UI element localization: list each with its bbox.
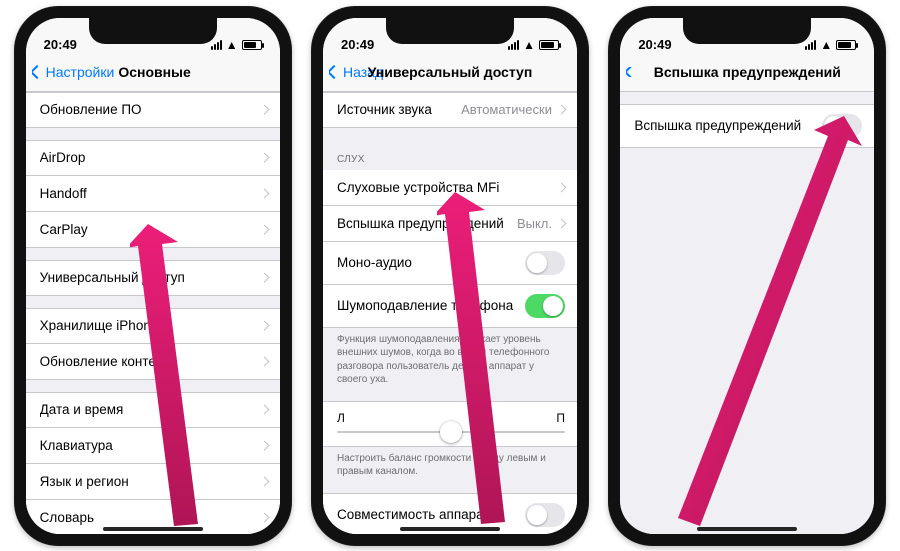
content[interactable]: Источник звукаАвтоматически СЛУХ Слуховы…: [323, 92, 577, 534]
chevron-right-icon: [259, 224, 269, 234]
back-button[interactable]: [626, 67, 638, 77]
back-button[interactable]: Настройки: [32, 64, 115, 80]
chevron-right-icon: [557, 182, 567, 192]
section-header-hearing: СЛУХ: [323, 140, 577, 170]
wifi-icon: ▲: [523, 38, 535, 52]
battery-icon: [242, 40, 262, 50]
row-hearing-devices[interactable]: Слуховые устройства MFi: [323, 170, 577, 206]
content[interactable]: Обновление ПО AirDrop Handoff CarPlay Ун…: [26, 92, 280, 534]
row-balance-slider[interactable]: ЛП: [323, 401, 577, 447]
chevron-right-icon: [259, 405, 269, 415]
chevron-right-icon: [557, 105, 567, 115]
balance-slider[interactable]: [337, 431, 565, 433]
row-accessibility[interactable]: Универсальный доступ: [26, 260, 280, 296]
status-icons: ▲: [805, 38, 856, 52]
row-date-time[interactable]: Дата и время: [26, 392, 280, 428]
row-noise-cancel[interactable]: Шумоподавление телефона: [323, 285, 577, 328]
row-carplay[interactable]: CarPlay: [26, 212, 280, 248]
nav-title: Вспышка предупреждений: [620, 64, 874, 80]
nav-bar: Назад Универсальный доступ: [323, 54, 577, 92]
nav-bar: Настройки Основные: [26, 54, 280, 92]
status-time: 20:49: [638, 37, 671, 52]
switch-led-flash[interactable]: [822, 114, 862, 138]
row-mono-audio[interactable]: Моно-аудио: [323, 242, 577, 285]
nav-bar: Вспышка предупреждений: [620, 54, 874, 92]
row-keyboard[interactable]: Клавиатура: [26, 428, 280, 464]
wifi-icon: ▲: [226, 38, 238, 52]
cellular-icon: [805, 40, 816, 50]
content[interactable]: Вспышка предупреждений: [620, 92, 874, 534]
chevron-right-icon: [259, 105, 269, 115]
home-indicator[interactable]: [697, 527, 797, 531]
row-airdrop[interactable]: AirDrop: [26, 140, 280, 176]
row-lang-region[interactable]: Язык и регион: [26, 464, 280, 500]
row-led-flash-toggle[interactable]: Вспышка предупреждений: [620, 104, 874, 148]
notch: [89, 18, 217, 44]
row-audio-source[interactable]: Источник звукаАвтоматически: [323, 92, 577, 128]
battery-icon: [836, 40, 856, 50]
chevron-right-icon: [557, 218, 567, 228]
chevron-right-icon: [259, 356, 269, 366]
wifi-icon: ▲: [820, 38, 832, 52]
cellular-icon: [508, 40, 519, 50]
chevron-right-icon: [259, 440, 269, 450]
row-software-update[interactable]: Обновление ПО: [26, 92, 280, 128]
chevron-right-icon: [259, 188, 269, 198]
back-button[interactable]: Назад: [329, 64, 383, 80]
phone-accessibility: 20:49 ▲ Назад Универсальный доступ Источ…: [311, 6, 589, 546]
footer-noise: Функция шумоподавления снижает уровень в…: [323, 328, 577, 389]
home-indicator[interactable]: [103, 527, 203, 531]
label-right: П: [556, 411, 565, 425]
battery-icon: [539, 40, 559, 50]
home-indicator[interactable]: [400, 527, 500, 531]
status-icons: ▲: [211, 38, 262, 52]
switch-hearing-compat[interactable]: [525, 503, 565, 527]
row-storage[interactable]: Хранилище iPhone: [26, 308, 280, 344]
footer-balance: Настроить баланс громкости между левым и…: [323, 447, 577, 481]
switch-noise-cancel[interactable]: [525, 294, 565, 318]
chevron-right-icon: [259, 153, 269, 163]
notch: [386, 18, 514, 44]
nav-title: Основные: [114, 64, 273, 80]
row-background-refresh[interactable]: Обновление контента: [26, 344, 280, 380]
phone-led-flash: 20:49 ▲ Вспышка предупреждений Вспышка п…: [608, 6, 886, 546]
status-icons: ▲: [508, 38, 559, 52]
chevron-right-icon: [259, 512, 269, 522]
label-left: Л: [337, 411, 345, 425]
chevron-right-icon: [259, 273, 269, 283]
switch-mono-audio[interactable]: [525, 251, 565, 275]
status-time: 20:49: [341, 37, 374, 52]
row-led-flash[interactable]: Вспышка предупрежденийВыкл.: [323, 206, 577, 242]
notch: [683, 18, 811, 44]
status-time: 20:49: [44, 37, 77, 52]
chevron-right-icon: [259, 476, 269, 486]
phone-general: 20:49 ▲ Настройки Основные Обновление ПО…: [14, 6, 292, 546]
cellular-icon: [211, 40, 222, 50]
chevron-right-icon: [259, 321, 269, 331]
row-handoff[interactable]: Handoff: [26, 176, 280, 212]
